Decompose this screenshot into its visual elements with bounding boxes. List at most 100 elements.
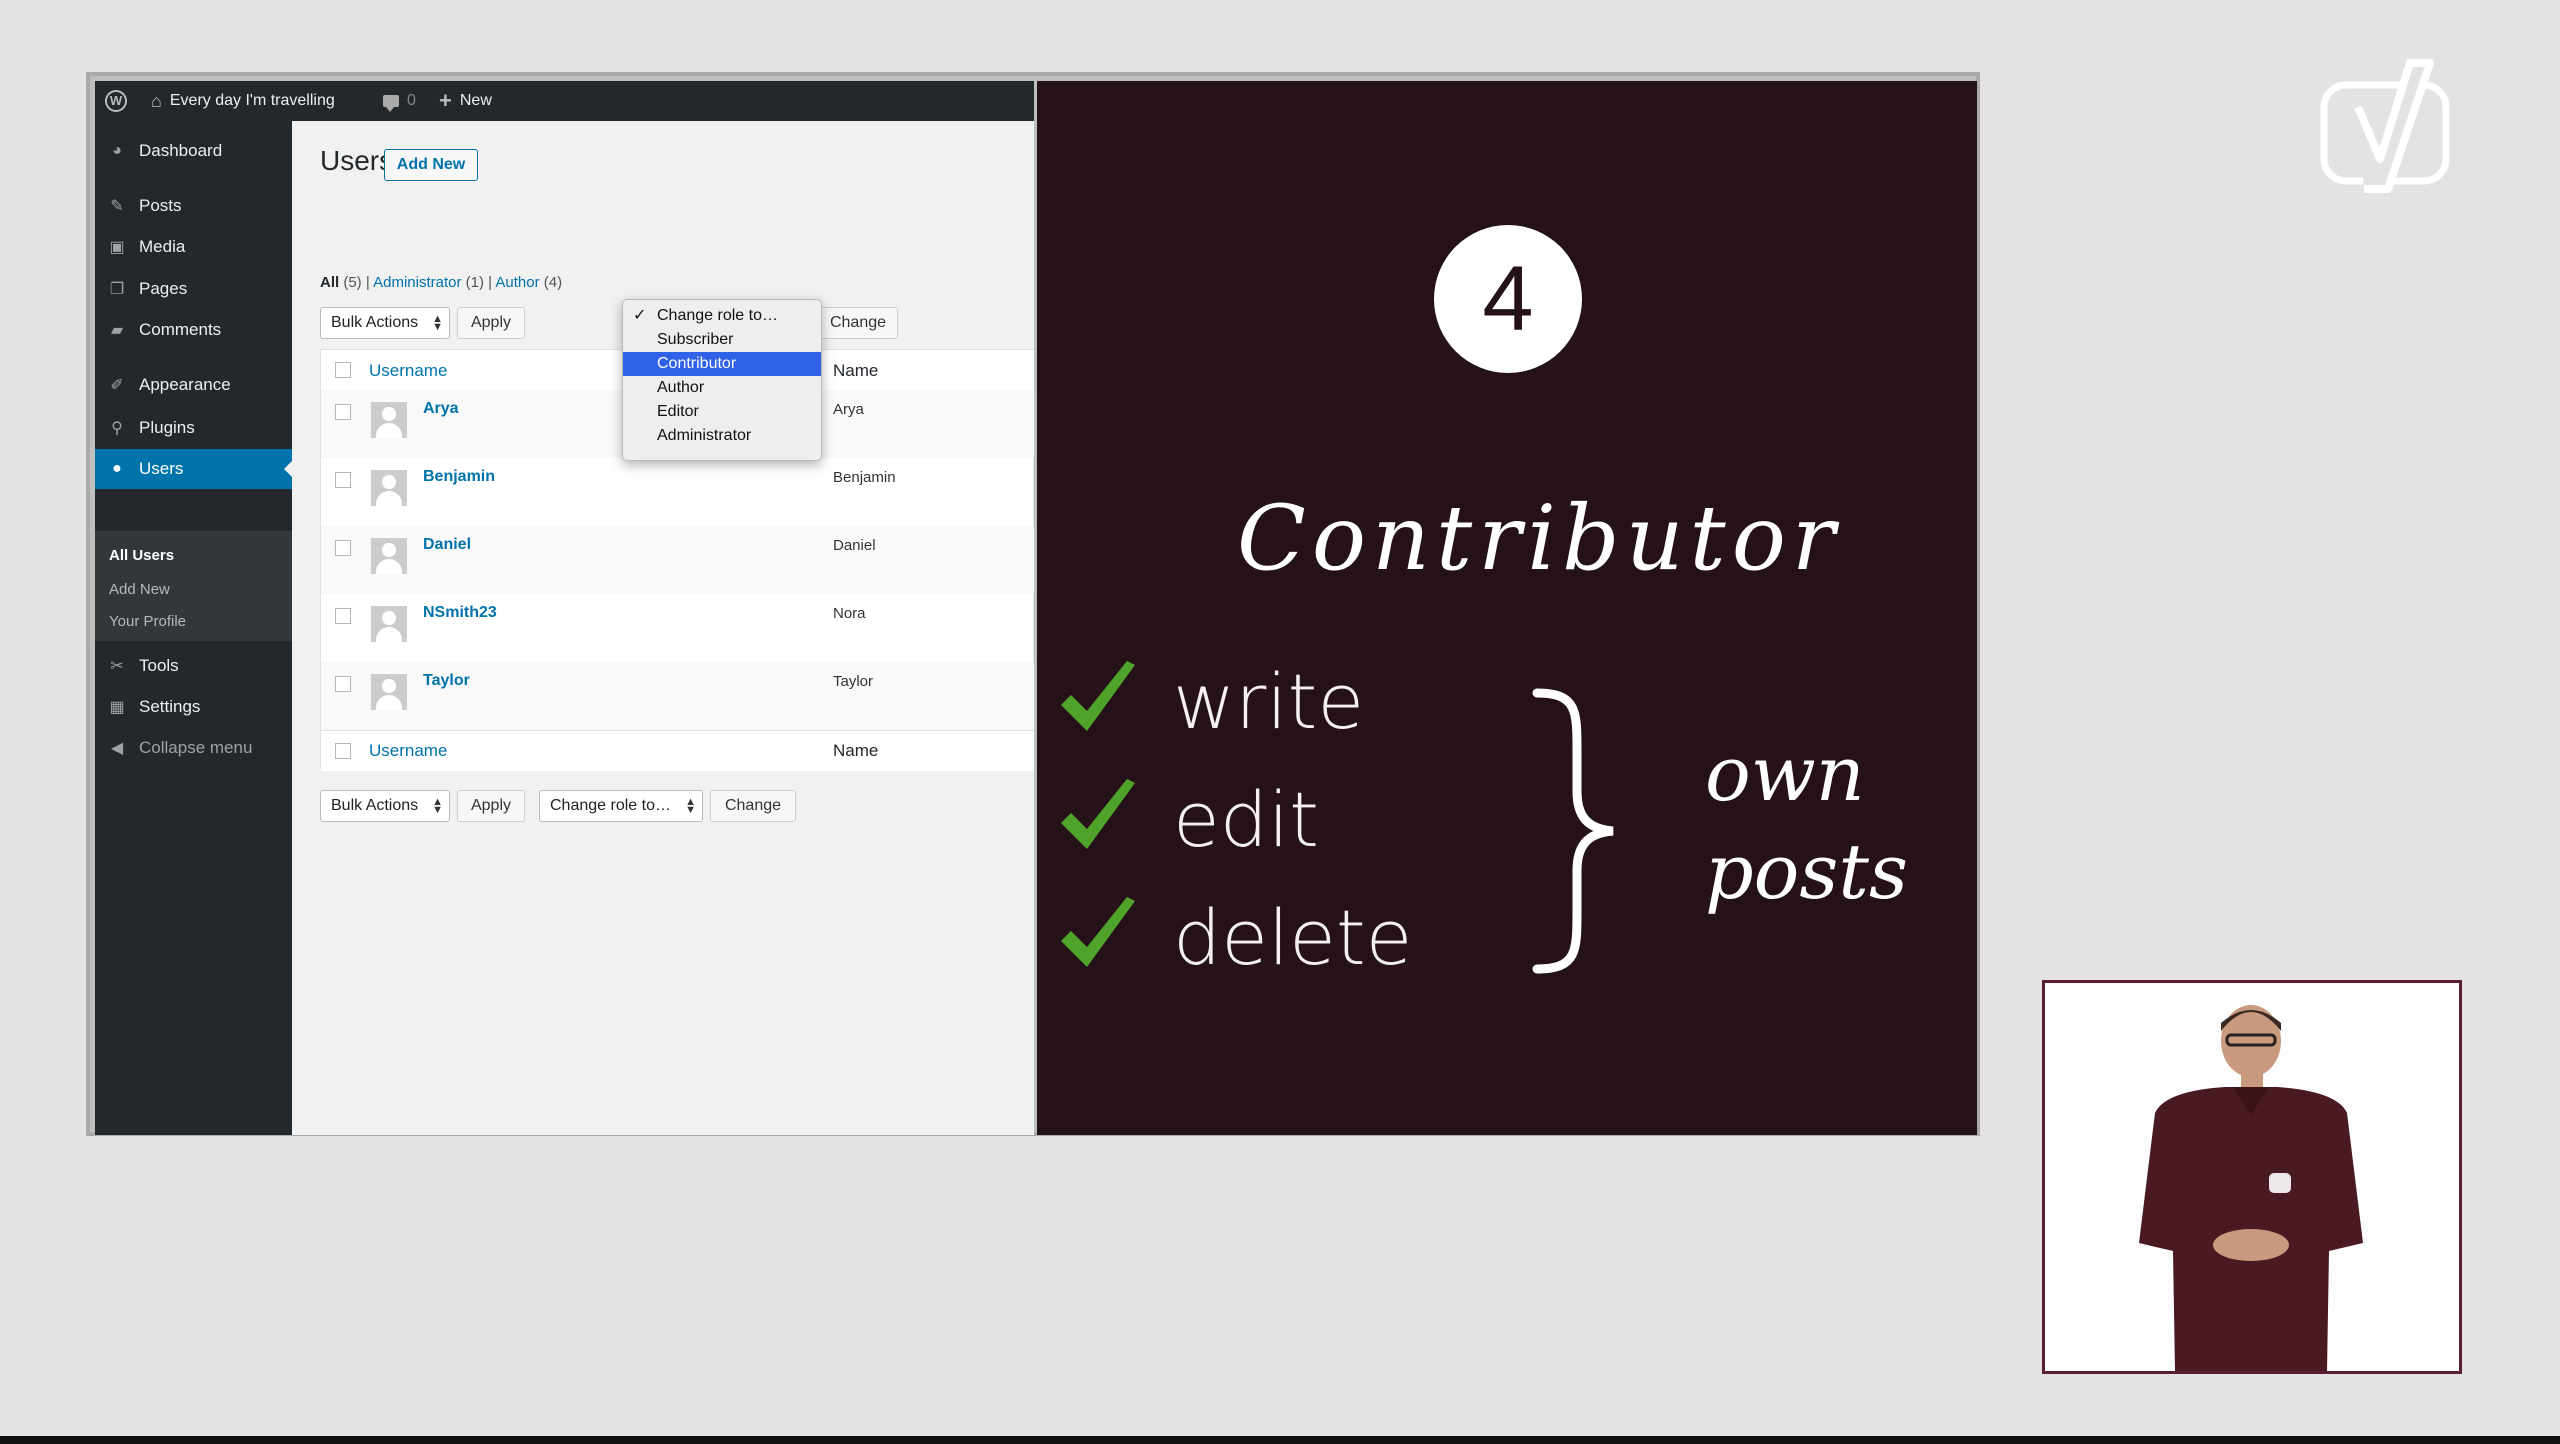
site-name-link[interactable]: ⌂ Every day I'm travelling bbox=[151, 81, 335, 121]
scope-line-posts: posts bbox=[1705, 827, 1908, 916]
avatar bbox=[371, 674, 407, 710]
sidebar-item-posts[interactable]: ✎ Posts bbox=[95, 186, 292, 226]
sidebar-item-label: Plugins bbox=[139, 418, 195, 437]
permission-label: edit bbox=[1173, 775, 1319, 864]
avatar bbox=[371, 402, 407, 438]
filter-all[interactable]: All bbox=[320, 274, 339, 291]
change-role-select-bottom[interactable]: Change role to… ▲ ▼ bbox=[539, 790, 703, 822]
submenu-add-new[interactable]: Add New bbox=[109, 581, 170, 598]
new-label: New bbox=[459, 92, 492, 109]
apply-button-top[interactable]: Apply bbox=[457, 307, 525, 339]
sidebar-item-label: Dashboard bbox=[139, 141, 223, 160]
checkmark-icon bbox=[1061, 897, 1135, 967]
bulk-actions-select-top[interactable]: Bulk Actions ▲ ▼ bbox=[320, 307, 450, 339]
username-column-footer[interactable]: Username bbox=[369, 741, 447, 761]
avatar bbox=[371, 538, 407, 574]
yoast-logo-icon bbox=[2320, 59, 2450, 193]
username-link[interactable]: Taylor bbox=[423, 672, 470, 690]
name-column-header: Name bbox=[833, 361, 879, 380]
wrench-icon: ✂ bbox=[110, 658, 124, 675]
bulk-actions-select-bottom[interactable]: Bulk Actions ▲ ▼ bbox=[320, 790, 450, 822]
username-link[interactable]: NSmith23 bbox=[423, 604, 497, 622]
name-column-footer: Name bbox=[833, 741, 879, 760]
settings-icon: ▦ bbox=[109, 699, 125, 716]
dropdown-option[interactable]: ✓ Change role to… bbox=[623, 304, 821, 328]
change-role-dropdown[interactable]: ✓ Change role to… Subscriber Contributor… bbox=[622, 299, 822, 461]
slide-frame: W ⌂ Every day I'm travelling 0 + New ◕ D… bbox=[86, 72, 1980, 1136]
username-link[interactable]: Benjamin bbox=[423, 468, 495, 486]
table-row: Benjamin Benjamin bbox=[321, 458, 1034, 526]
row-checkbox[interactable] bbox=[335, 472, 351, 488]
username-link[interactable]: Daniel bbox=[423, 536, 471, 554]
filter-author[interactable]: Author bbox=[495, 274, 539, 291]
sidebar-item-appearance[interactable]: ✐ Appearance bbox=[95, 365, 292, 405]
filter-administrator-count: (1) bbox=[465, 274, 484, 291]
dropdown-option-label: Change role to… bbox=[657, 307, 778, 324]
dropdown-option[interactable]: Editor bbox=[623, 400, 821, 424]
presenter-figure bbox=[2139, 1005, 2363, 1371]
sidebar-item-media[interactable]: ▣ Media bbox=[95, 227, 292, 267]
dropdown-option[interactable]: Administrator bbox=[623, 424, 821, 448]
checkmark-icon: ✓ bbox=[633, 307, 647, 324]
users-submenu: All Users Add New Your Profile bbox=[95, 531, 292, 641]
change-button-bottom[interactable]: Change bbox=[710, 790, 796, 822]
dropdown-option-highlighted[interactable]: Contributor bbox=[623, 352, 821, 376]
bulk-actions-value: Bulk Actions bbox=[331, 797, 419, 814]
new-content-link[interactable]: + New bbox=[439, 81, 492, 121]
sidebar-item-label: Settings bbox=[139, 697, 201, 716]
checkmark-icon bbox=[1061, 661, 1135, 731]
admin-bar: W ⌂ Every day I'm travelling 0 + New bbox=[95, 81, 1034, 121]
sidebar-item-users[interactable]: ● Users bbox=[95, 449, 292, 489]
dropdown-option[interactable]: Author bbox=[623, 376, 821, 400]
sidebar-item-plugins[interactable]: ⚲ Plugins bbox=[95, 408, 292, 448]
dashboard-icon: ◕ bbox=[112, 142, 122, 159]
apply-button-bottom[interactable]: Apply bbox=[457, 790, 525, 822]
table-row: Daniel Daniel bbox=[321, 526, 1034, 594]
sidebar-item-tools[interactable]: ✂ Tools bbox=[95, 646, 292, 686]
row-checkbox[interactable] bbox=[335, 540, 351, 556]
row-checkbox[interactable] bbox=[335, 608, 351, 624]
user-icon: ● bbox=[112, 460, 122, 477]
sidebar-item-settings[interactable]: ▦ Settings bbox=[95, 687, 292, 727]
submenu-your-profile[interactable]: Your Profile bbox=[109, 613, 186, 630]
table-footer: Username Name bbox=[321, 730, 1034, 771]
comments-link[interactable]: 0 bbox=[383, 81, 416, 121]
collapse-icon: ◀ bbox=[110, 740, 124, 757]
sidebar-item-label: Appearance bbox=[139, 375, 231, 394]
filter-separator: | bbox=[488, 274, 493, 291]
admin-sidebar: ◕ Dashboard ✎ Posts ▣ Media ❐ Pages ▰ Co… bbox=[95, 121, 292, 1135]
user-name: Taylor bbox=[833, 673, 874, 690]
dropdown-option[interactable]: Subscriber bbox=[623, 328, 821, 352]
row-checkbox[interactable] bbox=[335, 676, 351, 692]
select-all-checkbox-footer[interactable] bbox=[335, 743, 351, 759]
collapse-menu-label: Collapse menu bbox=[139, 738, 253, 757]
plus-icon: + bbox=[439, 88, 452, 113]
sidebar-item-label: Tools bbox=[139, 656, 179, 675]
wordpress-admin-screenshot: W ⌂ Every day I'm travelling 0 + New ◕ D… bbox=[95, 81, 1034, 1135]
row-checkbox[interactable] bbox=[335, 404, 351, 420]
role-explanation-slide: 4 Contributor write edit delete own post… bbox=[1037, 81, 1977, 1135]
sidebar-item-pages[interactable]: ❐ Pages bbox=[95, 269, 292, 309]
sidebar-item-label: Comments bbox=[139, 320, 222, 339]
select-arrows-icon: ▲ ▼ bbox=[432, 796, 443, 816]
table-row: NSmith23 Nora bbox=[321, 594, 1034, 662]
filter-author-count: (4) bbox=[543, 274, 563, 291]
step-number-badge: 4 bbox=[1434, 225, 1582, 373]
collapse-menu-button[interactable]: ◀ Collapse menu bbox=[95, 728, 292, 768]
username-column-header[interactable]: Username bbox=[369, 361, 447, 381]
page-title: Users bbox=[320, 145, 394, 176]
scope-label: own posts bbox=[1705, 725, 1908, 921]
sidebar-item-dashboard[interactable]: ◕ Dashboard bbox=[95, 131, 292, 171]
username-link[interactable]: Arya bbox=[423, 400, 459, 418]
avatar bbox=[371, 606, 407, 642]
add-new-button[interactable]: Add New bbox=[384, 149, 478, 181]
sidebar-item-label: Posts bbox=[139, 196, 182, 215]
select-all-checkbox[interactable] bbox=[335, 362, 351, 378]
filter-administrator[interactable]: Administrator bbox=[373, 274, 461, 291]
wordpress-logo-button[interactable]: W bbox=[105, 81, 127, 121]
filter-separator: | bbox=[365, 274, 370, 291]
submenu-all-users[interactable]: All Users bbox=[109, 547, 174, 564]
filter-all-count: (5) bbox=[343, 274, 362, 291]
change-button-top[interactable]: Change bbox=[818, 307, 898, 339]
sidebar-item-comments[interactable]: ▰ Comments bbox=[95, 310, 292, 350]
